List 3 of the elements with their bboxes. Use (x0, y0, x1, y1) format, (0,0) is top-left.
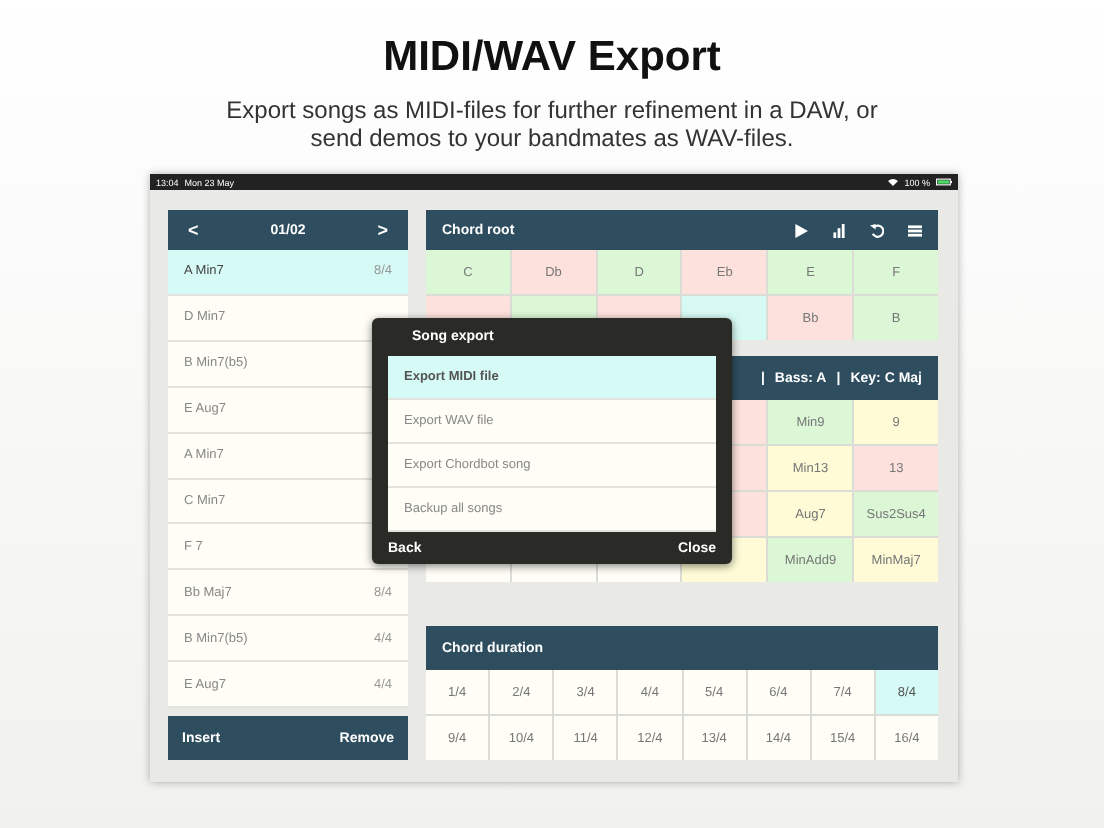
subtitle-line: Export songs as MIDI-files for further refinement in a DAW, or (226, 96, 878, 124)
subtitle-line: send demos to your bandmates as WAV-files. (308, 124, 796, 152)
page-title: MIDI/WAV Export (383, 34, 721, 82)
